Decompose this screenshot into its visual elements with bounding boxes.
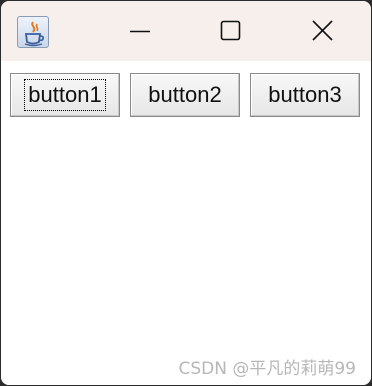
button2-label: button2 bbox=[148, 82, 222, 107]
minimize-button[interactable] bbox=[93, 1, 185, 61]
button1-label: button1 bbox=[24, 79, 106, 111]
button3-label: button3 bbox=[268, 82, 342, 107]
java-app-icon[interactable] bbox=[17, 16, 49, 48]
content-pane: button1 button2 button3 bbox=[1, 61, 371, 385]
close-icon bbox=[312, 20, 333, 41]
maximize-icon bbox=[220, 20, 241, 41]
close-button[interactable] bbox=[277, 1, 369, 61]
button1[interactable]: button1 bbox=[10, 73, 120, 117]
watermark: CSDN @平凡的莉萌99 bbox=[178, 359, 356, 379]
title-bar[interactable] bbox=[1, 1, 371, 61]
app-window: button1 button2 button3 CSDN @平凡的莉萌99 bbox=[1, 1, 371, 385]
maximize-button[interactable] bbox=[185, 1, 277, 61]
button2[interactable]: button2 bbox=[130, 73, 240, 117]
button3[interactable]: button3 bbox=[250, 73, 360, 117]
